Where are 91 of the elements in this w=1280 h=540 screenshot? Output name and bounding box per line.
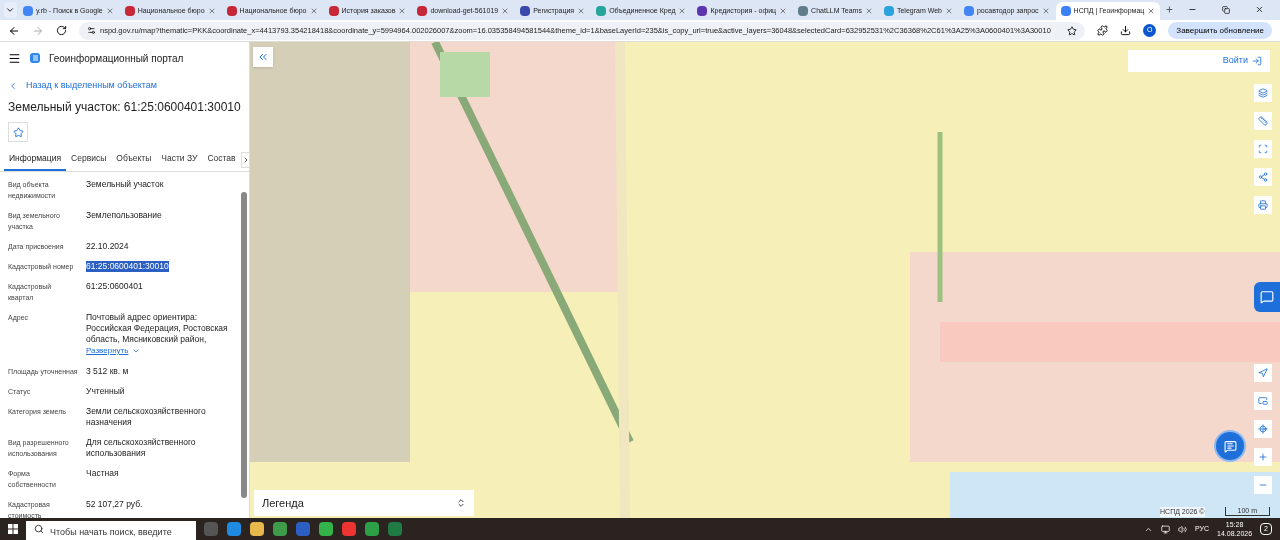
close-icon[interactable] [501, 7, 510, 15]
menu-icon[interactable] [8, 51, 21, 65]
chat-button[interactable] [1216, 432, 1244, 460]
info-tab[interactable]: Сервисы [66, 148, 112, 171]
login-text: Войти [1222, 54, 1248, 68]
login-icon [1252, 56, 1262, 66]
field-value: 61:25:0600401:30010 [86, 261, 169, 272]
share-button[interactable] [1254, 168, 1272, 186]
close-icon[interactable] [1147, 7, 1156, 15]
back-icon[interactable] [8, 24, 20, 37]
download-icon[interactable] [1120, 25, 1132, 36]
restore-icon[interactable] [1222, 5, 1231, 15]
field-value: Земельный участок [86, 179, 164, 190]
site-settings-icon[interactable] [87, 26, 96, 35]
locate-button[interactable] [1254, 420, 1272, 438]
picture-in-picture-icon [1258, 396, 1268, 406]
area-select-icon [1258, 144, 1268, 154]
share-icon [1258, 172, 1268, 182]
legend-text: Легенда [262, 495, 304, 511]
close-icon[interactable] [398, 7, 407, 15]
close-icon[interactable] [207, 7, 216, 15]
layers-button[interactable] [1254, 84, 1272, 102]
windows-start-icon[interactable] [8, 524, 18, 534]
ruler-icon [1258, 116, 1268, 126]
close-icon[interactable] [577, 7, 586, 15]
locate-icon [1258, 424, 1268, 434]
layers-icon [1258, 88, 1268, 98]
field-value: 52 107,27 руб. [86, 499, 143, 510]
field-value: Частная [86, 468, 119, 479]
object-heading: Земельный участок: 61:25:0600401:30010 [7, 99, 242, 116]
print-button[interactable] [1254, 196, 1272, 214]
info-tab[interactable]: Информация [4, 148, 67, 171]
volume-icon[interactable] [1178, 524, 1187, 534]
search-icon [34, 524, 44, 534]
back-link[interactable]: Назад к выделенным объектам [0, 78, 249, 94]
address-bar[interactable] [79, 21, 1086, 40]
area-select-button[interactable] [1254, 140, 1272, 158]
extensions-icon[interactable] [1097, 25, 1109, 36]
info-tab[interactable]: Состав [202, 148, 241, 171]
back-link-text: Назад к выделенным объектам [26, 79, 158, 93]
speech-bubble-icon [1260, 290, 1274, 304]
favorite-button[interactable] [8, 122, 28, 142]
close-icon[interactable] [779, 7, 788, 15]
close-icon[interactable] [944, 7, 953, 15]
print-icon [1258, 200, 1268, 210]
collapse-panel-button[interactable] [253, 47, 273, 67]
field-value: 61:25:0600401 [86, 281, 143, 292]
field-value: Для сельскохозяйственного использования [86, 437, 197, 459]
picture-in-picture-button[interactable] [1254, 392, 1272, 410]
close-icon[interactable] [1041, 7, 1050, 15]
zoom-in-button[interactable] [1254, 448, 1272, 466]
update-button[interactable]: Завершить обновление [1168, 22, 1272, 39]
info-tab[interactable]: Части ЗУ [156, 148, 203, 171]
navigation-arrow-icon [1258, 368, 1268, 378]
portal-title: Геоинформационный портал [49, 51, 184, 66]
tab-list-button[interactable] [4, 2, 17, 18]
up-down-chevron-icon [456, 498, 466, 508]
chevron-down-icon [5, 5, 16, 15]
portal-logo-icon [29, 52, 41, 64]
assistant-button[interactable] [1254, 282, 1280, 312]
bookmark-star-icon[interactable] [1067, 25, 1078, 36]
chevron-left-icon [8, 81, 18, 91]
field-value: Земли сельскохозяйственного назначения [86, 406, 207, 428]
field-value: Землепользование [86, 210, 162, 221]
field-value: 22.10.2024 [86, 241, 129, 252]
double-chevron-left-icon [257, 51, 269, 63]
expand-link-text: Развернуть [86, 345, 129, 357]
ruler-button[interactable] [1254, 112, 1272, 130]
close-icon[interactable] [105, 7, 114, 15]
close-icon[interactable] [309, 7, 318, 15]
chat-icon [1223, 439, 1237, 453]
field-value: Учтенный [86, 386, 125, 397]
expand-link[interactable]: Развернуть [86, 345, 233, 357]
reload-icon[interactable] [56, 25, 67, 36]
star-icon [12, 126, 24, 138]
scrollbar[interactable] [241, 192, 247, 498]
info-tab[interactable]: Объекты [111, 148, 157, 171]
taskbar-search-field[interactable]: Чтобы начать поиск, введите [26, 521, 196, 540]
navigation-arrow-button[interactable] [1254, 364, 1272, 382]
close-icon[interactable] [678, 7, 687, 15]
chevron-down-icon [132, 347, 141, 355]
network-icon[interactable] [1161, 524, 1170, 534]
zoom-in-icon [1258, 452, 1268, 462]
login-button[interactable]: Войти [1128, 50, 1270, 72]
new-tab-icon[interactable] [1165, 4, 1175, 15]
field-value: Почтовый адрес ориентира: Российская Федерация, Ростовская область, Мясниковский район, [86, 312, 229, 345]
zoom-out-button[interactable] [1254, 476, 1272, 494]
legend-select[interactable]: Легенда [254, 490, 474, 516]
field-value: 3 512 кв. м [86, 366, 129, 377]
close-icon[interactable] [864, 7, 873, 15]
close-window-icon[interactable] [1255, 4, 1264, 15]
